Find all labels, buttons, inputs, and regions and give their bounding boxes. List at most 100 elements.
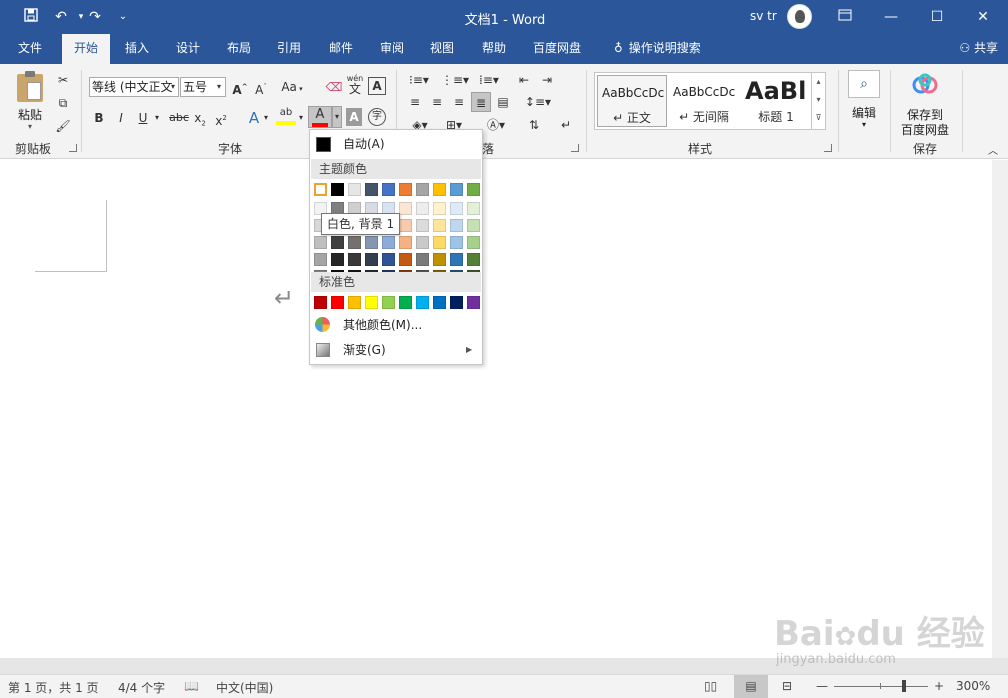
- theme-color-swatch[interactable]: [416, 183, 429, 196]
- automatic-color-item[interactable]: 自动(A): [310, 133, 482, 155]
- styles-gallery[interactable]: AaBbCcDc ↵ 正文 AaBbCcDc ↵ 无间隔 AaBl 标题 1 ▴…: [594, 72, 826, 130]
- theme-color-swatch[interactable]: [365, 183, 378, 196]
- vertical-scrollbar[interactable]: [992, 160, 1008, 658]
- editing-button[interactable]: ⌕ 编辑 ▾: [846, 70, 882, 136]
- theme-shade-swatch[interactable]: [433, 253, 446, 266]
- web-layout-icon[interactable]: ⊟: [782, 679, 792, 693]
- clipboard-launcher-icon[interactable]: [69, 144, 77, 152]
- highlight-icon[interactable]: ab: [276, 106, 296, 126]
- standard-color-swatch[interactable]: [450, 296, 463, 309]
- decrease-indent-icon[interactable]: ⇤: [514, 70, 534, 90]
- align-left-icon[interactable]: ≡: [406, 92, 424, 112]
- theme-color-swatch[interactable]: [314, 183, 327, 196]
- tab-references[interactable]: 引用: [269, 34, 309, 64]
- theme-shade-swatch[interactable]: [450, 219, 463, 232]
- theme-shade-swatch[interactable]: [399, 253, 412, 266]
- undo-icon[interactable]: ↶: [50, 7, 72, 27]
- zoom-level[interactable]: 300%: [956, 679, 990, 693]
- theme-shade-swatch[interactable]: [382, 236, 395, 249]
- redo-icon[interactable]: ↷: [84, 7, 106, 27]
- format-painter-icon[interactable]: 🖌: [54, 116, 72, 136]
- theme-color-swatch[interactable]: [348, 183, 361, 196]
- distributed-icon[interactable]: ▤: [494, 92, 512, 112]
- highlight-dropdown-icon[interactable]: ▾: [297, 108, 305, 128]
- tab-home[interactable]: 开始: [62, 34, 110, 64]
- theme-shade-swatch[interactable]: [399, 236, 412, 249]
- theme-shade-swatch[interactable]: [467, 236, 480, 249]
- proofing-icon[interactable]: 📖: [184, 679, 199, 693]
- collapse-ribbon-icon[interactable]: ︿: [986, 142, 1000, 162]
- align-right-icon[interactable]: ≡: [450, 92, 468, 112]
- standard-color-swatch[interactable]: [314, 296, 327, 309]
- word-count[interactable]: 4/4 个字: [118, 679, 165, 696]
- theme-shade-swatch[interactable]: [433, 202, 446, 215]
- theme-shade-swatch[interactable]: [331, 236, 344, 249]
- shrink-font-icon[interactable]: Aˇ: [252, 77, 270, 97]
- save-icon[interactable]: [20, 7, 42, 27]
- styles-launcher-icon[interactable]: [824, 144, 832, 152]
- zoom-out-icon[interactable]: —: [816, 679, 828, 693]
- theme-shade-swatch[interactable]: [467, 202, 480, 215]
- maximize-icon[interactable]: ☐: [914, 0, 960, 34]
- line-spacing-icon[interactable]: ↕≡▾: [524, 92, 552, 112]
- theme-shade-swatch[interactable]: [365, 253, 378, 266]
- standard-color-swatch[interactable]: [467, 296, 480, 309]
- paragraph-launcher-icon[interactable]: [571, 144, 579, 152]
- theme-shade-swatch[interactable]: [416, 236, 429, 249]
- font-name-dropdown-icon[interactable]: ▾: [168, 77, 178, 97]
- theme-shade-swatch[interactable]: [467, 253, 480, 266]
- cut-icon[interactable]: ✂: [54, 70, 72, 90]
- theme-shade-swatch[interactable]: [416, 253, 429, 266]
- standard-color-swatch[interactable]: [365, 296, 378, 309]
- theme-shade-swatch[interactable]: [450, 236, 463, 249]
- zoom-slider-thumb[interactable]: [902, 680, 906, 692]
- theme-shade-swatch[interactable]: [382, 253, 395, 266]
- standard-color-swatch[interactable]: [331, 296, 344, 309]
- theme-color-swatch[interactable]: [467, 183, 480, 196]
- theme-color-swatch[interactable]: [331, 183, 344, 196]
- align-center-icon[interactable]: ≡: [428, 92, 446, 112]
- sort-icon[interactable]: ⇅: [524, 115, 544, 135]
- tab-file[interactable]: 文件: [10, 34, 50, 64]
- theme-shade-swatch[interactable]: [331, 253, 344, 266]
- theme-shade-swatch[interactable]: [365, 236, 378, 249]
- multilevel-list-icon[interactable]: ⁞≡▾: [474, 70, 504, 90]
- theme-shade-swatch[interactable]: [416, 219, 429, 232]
- theme-shade-swatch[interactable]: [416, 202, 429, 215]
- italic-icon[interactable]: I: [114, 108, 128, 128]
- character-shading-icon[interactable]: A: [346, 108, 362, 126]
- styles-scroll[interactable]: ▴ ▾ ⊽: [811, 73, 825, 129]
- document-canvas[interactable]: [0, 160, 992, 658]
- theme-shade-swatch[interactable]: [399, 219, 412, 232]
- justify-icon[interactable]: ≣: [471, 92, 491, 112]
- theme-color-swatch[interactable]: [399, 183, 412, 196]
- theme-shade-swatch[interactable]: [314, 253, 327, 266]
- standard-color-swatch[interactable]: [433, 296, 446, 309]
- gradient-item[interactable]: 渐变(G) ▶: [310, 339, 482, 361]
- theme-shade-swatch[interactable]: [348, 236, 361, 249]
- font-size-dropdown-icon[interactable]: ▾: [214, 77, 224, 97]
- tab-insert[interactable]: 插入: [117, 34, 157, 64]
- style-no-spacing[interactable]: AaBbCcDc ↵ 无间隔: [669, 75, 739, 127]
- theme-shade-swatch[interactable]: [450, 253, 463, 266]
- customize-toolbar-icon[interactable]: ⌄: [112, 7, 134, 27]
- theme-color-swatch[interactable]: [382, 183, 395, 196]
- chinese-layout-icon[interactable]: Ⓐ▾: [482, 115, 510, 135]
- tab-mailings[interactable]: 邮件: [321, 34, 361, 64]
- minimize-icon[interactable]: —: [868, 0, 914, 34]
- theme-shade-swatch[interactable]: [433, 219, 446, 232]
- enclose-characters-icon[interactable]: 字: [368, 108, 386, 126]
- tab-design[interactable]: 设计: [168, 34, 208, 64]
- numbering-icon[interactable]: ⋮≡▾: [440, 70, 470, 90]
- ribbon-display-options-icon[interactable]: [822, 0, 868, 34]
- style-heading-1[interactable]: AaBl 标题 1: [741, 75, 811, 127]
- tab-view[interactable]: 视图: [422, 34, 462, 64]
- grow-font-icon[interactable]: A^: [231, 77, 249, 97]
- zoom-in-icon[interactable]: +: [934, 679, 944, 693]
- font-color-dropdown-icon[interactable]: ▾: [332, 106, 342, 128]
- print-layout-icon[interactable]: ▤: [734, 675, 768, 698]
- increase-indent-icon[interactable]: ⇥: [537, 70, 557, 90]
- character-border-icon[interactable]: A: [368, 77, 386, 95]
- bold-icon[interactable]: B: [92, 108, 106, 128]
- read-mode-icon[interactable]: ▯▯: [704, 679, 717, 693]
